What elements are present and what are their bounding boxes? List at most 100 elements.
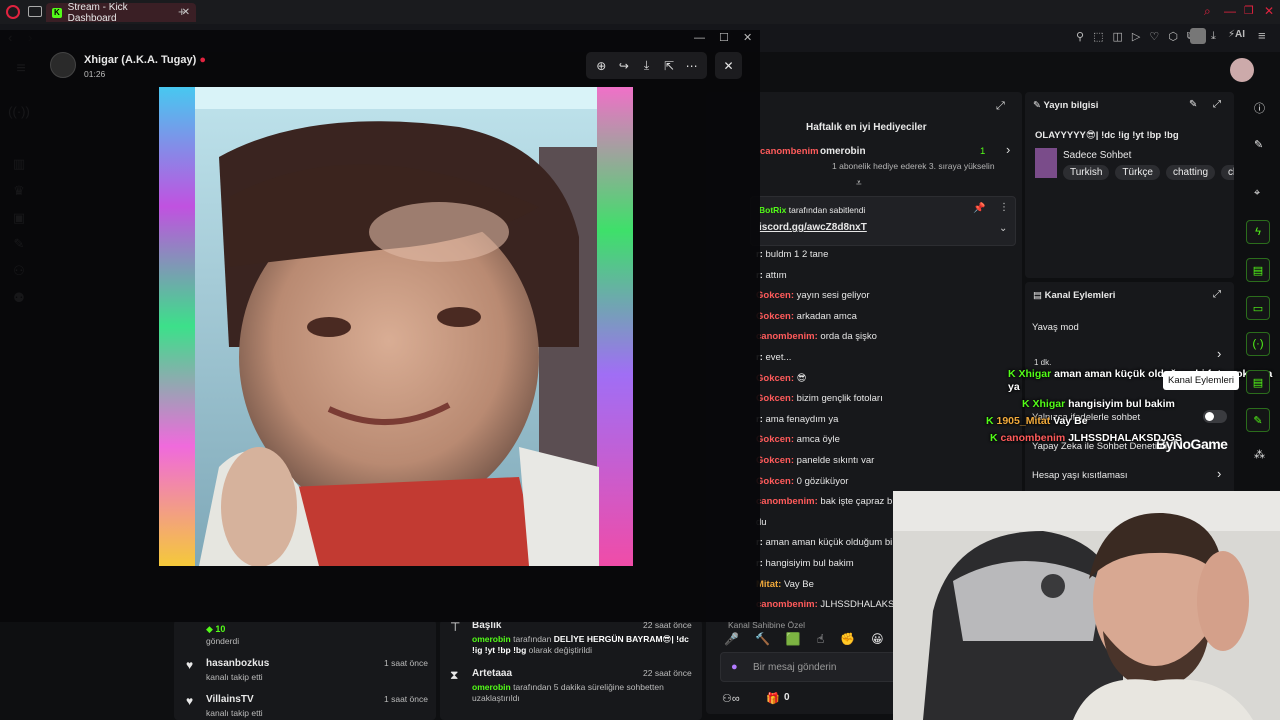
pin-icon[interactable]: 📌 bbox=[973, 203, 985, 214]
gifter-left[interactable]: canombenim bbox=[760, 146, 819, 157]
chat-username[interactable]: Gokcen: bbox=[756, 434, 794, 445]
chevron-right-icon[interactable]: › bbox=[1217, 346, 1221, 361]
close-window-icon[interactable]: ✕ bbox=[743, 31, 752, 44]
activity-name[interactable]: hasanbozkus bbox=[206, 658, 269, 669]
chevron-right-icon[interactable]: › bbox=[1217, 466, 1221, 481]
chat-username[interactable]: canombenim: bbox=[756, 496, 818, 507]
apps-icon[interactable]: ⁂ bbox=[1254, 448, 1265, 461]
tab-kick-dashboard[interactable]: K Stream - Kick Dashboard ✕ bbox=[46, 1, 196, 24]
heart-icon[interactable]: ♡ bbox=[1149, 30, 1159, 43]
collapse-icon[interactable]: ⩡ bbox=[856, 178, 862, 189]
activity-time: 1 saat önce bbox=[384, 694, 428, 704]
chat-input[interactable]: ● Bir mesaj gönderin bbox=[720, 652, 900, 682]
download-icon[interactable]: ⤓ bbox=[1211, 30, 1216, 43]
maximize-icon[interactable]: ☐ bbox=[719, 31, 729, 44]
tag-chip[interactable]: ch bbox=[1221, 165, 1234, 180]
camera-icon[interactable]: ◫ bbox=[1112, 30, 1122, 43]
chat-text: arkadan amca bbox=[796, 310, 857, 322]
image-viewer-overlay: Xhigar (A.K.A. Tugay) ● 01:26 — ☐ ✕ ⊕ ↪ … bbox=[0, 30, 760, 622]
chat-username[interactable]: Gokcen: bbox=[756, 290, 794, 301]
crop-icon[interactable]: ⬚ bbox=[1093, 30, 1103, 43]
weekly-gifters-title: Haftalık en iyi Hediyeciler bbox=[806, 122, 927, 133]
cube-icon[interactable]: ⬡ bbox=[1168, 30, 1178, 43]
kick-badge-icon: K bbox=[1022, 398, 1033, 410]
users-icon[interactable]: ⚇∞ bbox=[722, 692, 740, 705]
activity-time: 1 saat önce bbox=[384, 658, 428, 668]
emote-icon[interactable]: 🟩 bbox=[786, 632, 801, 646]
chat-username[interactable]: canombenim: bbox=[756, 331, 818, 342]
search-tabs-icon[interactable]: ⌕ bbox=[1204, 4, 1211, 19]
minimize-window-icon[interactable]: — bbox=[1224, 4, 1236, 18]
broadcast-button[interactable]: (·) bbox=[1246, 332, 1270, 356]
gift-icon[interactable]: 🎁 bbox=[766, 692, 780, 705]
user-avatar[interactable] bbox=[1230, 58, 1254, 82]
streamer-webcam-image bbox=[893, 491, 1280, 720]
emote-icon[interactable]: 🎤 bbox=[724, 632, 739, 646]
tag-chip[interactable]: chatting bbox=[1165, 165, 1216, 180]
emote-icon[interactable]: 🔨 bbox=[755, 632, 770, 646]
chat-username[interactable]: Gokcen: bbox=[756, 476, 794, 487]
lightning-button[interactable]: ϟ bbox=[1246, 220, 1270, 244]
action-slow-mode[interactable]: Yavaş mod bbox=[1032, 322, 1079, 333]
download-icon[interactable]: ⤓ bbox=[635, 55, 657, 77]
chat-username[interactable]: Gokcen: bbox=[756, 311, 794, 322]
chat-username[interactable]: Gokcen: bbox=[756, 373, 794, 384]
focus-icon[interactable]: ⌖ bbox=[1254, 187, 1260, 200]
play-icon[interactable]: ▷ bbox=[1132, 30, 1140, 43]
heart-icon: ♥ bbox=[186, 658, 194, 672]
edit-icon[interactable]: ✎ bbox=[1189, 99, 1197, 110]
more-icon[interactable]: ⋮ bbox=[999, 202, 1009, 213]
activity-name[interactable]: VillainsTV bbox=[206, 694, 254, 705]
zoom-in-icon[interactable]: ⊕ bbox=[590, 55, 612, 77]
chat-text: JLHSSDHALAKSD bbox=[820, 599, 902, 611]
chat-button[interactable]: ▭ bbox=[1246, 296, 1270, 320]
category-name[interactable]: Sadece Sohbet bbox=[1063, 150, 1131, 161]
pencil-icon[interactable]: ✎ bbox=[1254, 138, 1263, 151]
gifter-right[interactable]: omerobin bbox=[820, 146, 866, 157]
chevron-right-icon[interactable]: › bbox=[1006, 142, 1010, 157]
shared-photo[interactable] bbox=[159, 87, 633, 566]
chat-username[interactable]: Gokcen: bbox=[756, 455, 794, 466]
log-body: omerobin tarafından 5 dakika süreliğine … bbox=[472, 682, 664, 703]
popout-icon[interactable]: ⤢ bbox=[1213, 289, 1221, 300]
browser-menu-icon[interactable]: ≡ bbox=[1258, 28, 1266, 43]
tooltip: Kanal Eylemleri bbox=[1163, 371, 1239, 390]
wrench-button[interactable]: ✎ bbox=[1246, 408, 1270, 432]
forward-icon[interactable]: ↪ bbox=[613, 55, 635, 77]
channel-actions-button[interactable]: ▤ bbox=[1246, 370, 1270, 394]
opera-logo-icon[interactable] bbox=[6, 5, 20, 19]
open-external-icon[interactable]: ⇱ bbox=[658, 55, 680, 77]
emote-icon[interactable]: 😀 bbox=[871, 632, 884, 646]
author-avatar bbox=[50, 52, 76, 78]
tag-chip[interactable]: Turkish bbox=[1063, 165, 1110, 180]
gifter-right-sub: 1 abonelik hediye ederek 3. sıraya yükse… bbox=[832, 161, 995, 171]
tab-title: Stream - Kick Dashboard bbox=[67, 1, 128, 24]
pin-icon[interactable]: ⚲ bbox=[1076, 30, 1084, 43]
chevron-down-icon[interactable]: ⌄ bbox=[999, 223, 1007, 234]
more-icon[interactable]: ⋯ bbox=[681, 55, 703, 77]
close-viewer-button[interactable]: ✕ bbox=[715, 52, 742, 79]
emote-icon[interactable]: ✊ bbox=[840, 632, 855, 646]
popout-icon[interactable]: ⤢ bbox=[1213, 99, 1221, 110]
mic-icon[interactable]: ● bbox=[731, 661, 738, 673]
log-body: omerobin tarafından DELİYE HERGÜN BAYRAM… bbox=[472, 634, 689, 655]
action-account-age[interactable]: Hesap yaşı kısıtlaması bbox=[1032, 470, 1128, 481]
minimize-icon[interactable]: — bbox=[694, 32, 705, 44]
close-window-icon[interactable]: ✕ bbox=[1264, 4, 1274, 18]
chat-username[interactable]: Gokcen: bbox=[756, 393, 794, 404]
popout-icon[interactable]: ⤢ bbox=[996, 100, 1005, 113]
chat-text: bak işte çapraz b bbox=[820, 496, 893, 508]
profile-avatar[interactable] bbox=[1190, 28, 1206, 44]
pinned-message: BotRix tarafından sabitlendi iscord.gg/a… bbox=[750, 196, 1016, 246]
pinned-link[interactable]: iscord.gg/awcZ8d8nxT bbox=[759, 222, 867, 233]
emote-icon[interactable]: ☝ bbox=[817, 632, 824, 646]
new-tab-icon[interactable]: + bbox=[178, 4, 186, 19]
workspaces-icon[interactable] bbox=[28, 6, 42, 17]
info-icon[interactable]: ⓘ bbox=[1254, 100, 1265, 116]
chat-username[interactable]: canombenim: bbox=[756, 599, 818, 610]
doc-button[interactable]: ▤ bbox=[1246, 258, 1270, 282]
chat-message: r: attım bbox=[756, 266, 1024, 287]
maximize-window-icon[interactable]: ❐ bbox=[1244, 4, 1254, 17]
tag-chip[interactable]: Türkçe bbox=[1115, 165, 1160, 180]
ai-button[interactable]: ⚡AI bbox=[1228, 29, 1245, 40]
